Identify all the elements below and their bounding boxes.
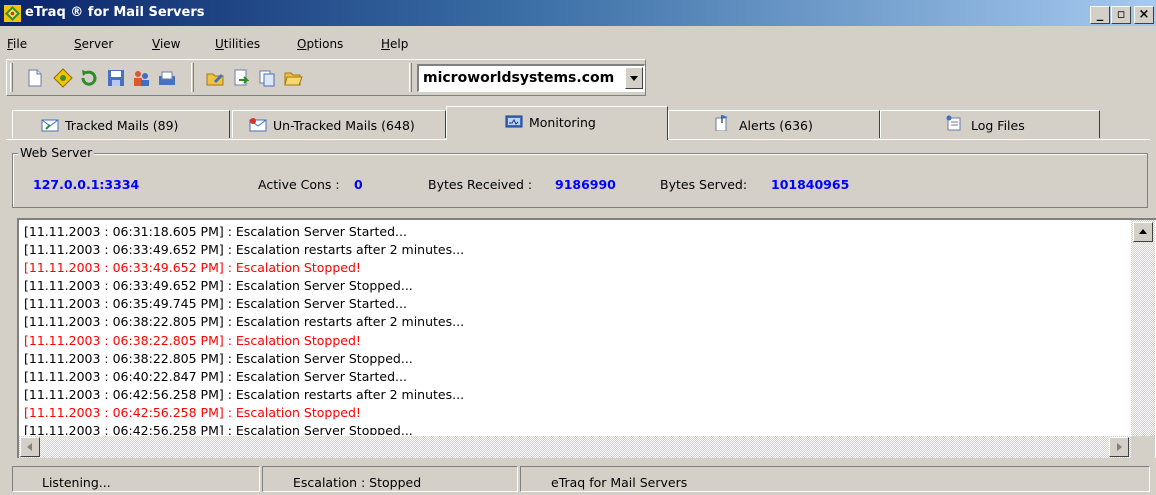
log-line: [11.11.2003 : 06:38:22.805 PM] : Escalat… — [24, 350, 413, 366]
copy-icon[interactable] — [257, 68, 277, 88]
bytes-received-label: Bytes Received : — [428, 177, 533, 192]
log-line: [11.11.2003 : 06:35:49.745 PM] : Escalat… — [24, 296, 407, 312]
scroll-right-button[interactable] — [1109, 437, 1129, 457]
tab-alerts[interactable]: Alerts (636) — [668, 110, 880, 138]
tab-alerts-label: Alerts (636) — [739, 118, 813, 133]
alert-flag-icon — [715, 115, 728, 131]
log-line: [11.11.2003 : 06:33:49.652 PM] : Escalat… — [24, 278, 413, 294]
tab-log-files-label: Log Files — [971, 118, 1025, 133]
edit-folder-icon[interactable] — [205, 68, 225, 88]
vertical-scrollbar[interactable] — [1131, 220, 1155, 438]
log-line-error: [11.11.2003 : 06:38:22.805 PM] : Escalat… — [24, 332, 361, 348]
tab-untracked-mails-label: Un-Tracked Mails (648) — [273, 118, 415, 133]
web-server-legend: Web Server — [18, 145, 95, 160]
bytes-received-value: 9186990 — [555, 177, 616, 192]
page-arrow-icon[interactable] — [231, 68, 251, 88]
menu-bar: File Server View Utilities Options Help — [0, 34, 1156, 58]
server-address: 127.0.0.1:3334 — [33, 177, 140, 192]
log-line: [11.11.2003 : 06:38:22.805 PM] : Escalat… — [24, 314, 465, 330]
menu-server[interactable]: Server — [74, 37, 113, 51]
tab-untracked-mails[interactable]: Un-Tracked Mails (648) — [232, 110, 446, 138]
maximize-button[interactable]: ▫ — [1111, 6, 1131, 24]
toolbar-grip[interactable] — [10, 63, 13, 92]
refresh-arrow-icon[interactable] — [79, 68, 99, 88]
tab-tracked-mails[interactable]: Tracked Mails (89) — [12, 110, 230, 138]
horizontal-scrollbar[interactable] — [19, 436, 1131, 458]
domain-combobox-value: microworldsystems.com — [423, 70, 615, 86]
active-cons-label: Active Cons : — [258, 177, 340, 192]
users-icon[interactable] — [131, 68, 151, 88]
untracked-mail-icon — [249, 118, 267, 132]
toolbar: microworldsystems.com — [6, 59, 646, 96]
log-line-error: [11.11.2003 : 06:33:49.652 PM] : Escalat… — [24, 260, 361, 276]
etraq-logo-icon[interactable] — [53, 68, 73, 88]
arrow-right-icon — [1117, 443, 1122, 451]
tracked-mail-icon — [41, 119, 59, 132]
status-listening: Listening... — [42, 475, 111, 490]
log-line: [11.11.2003 : 06:33:49.652 PM] : Escalat… — [24, 242, 465, 258]
log-lines: [11.11.2003 : 06:31:18.605 PM] : Escalat… — [24, 223, 1124, 435]
domain-combobox[interactable]: microworldsystems.com — [417, 64, 645, 92]
bytes-served-value: 101840965 — [771, 177, 850, 192]
log-line: [11.11.2003 : 06:42:56.258 PM] : Escalat… — [24, 386, 465, 402]
log-line-error: [11.11.2003 : 06:42:56.258 PM] : Escalat… — [24, 404, 361, 420]
title-bar[interactable]: eTraq ® for Mail Servers _ ▫ × — [0, 0, 1156, 26]
etraq-app-icon[interactable] — [4, 5, 21, 22]
arrow-left-icon — [27, 443, 32, 451]
domain-dropdown-button[interactable] — [625, 67, 643, 89]
minimize-button[interactable]: _ — [1090, 6, 1110, 24]
menu-view[interactable]: View — [152, 37, 180, 51]
scrollbar-corner — [1131, 436, 1155, 458]
tab-monitoring[interactable]: Monitoring — [446, 106, 668, 140]
arrow-up-icon — [1139, 229, 1147, 234]
window-title: eTraq ® for Mail Servers — [25, 5, 205, 20]
status-escalation: Escalation : Stopped — [293, 475, 422, 490]
escalation-log-panel[interactable]: [11.11.2003 : 06:31:18.605 PM] : Escalat… — [17, 218, 1156, 458]
menu-help[interactable]: Help — [381, 37, 408, 51]
log-files-icon — [946, 115, 961, 131]
monitor-icon — [505, 115, 523, 128]
log-line: [11.11.2003 : 06:31:18.605 PM] : Escalat… — [24, 224, 407, 239]
open-folder-icon[interactable] — [283, 68, 303, 88]
log-line: [11.11.2003 : 06:42:56.258 PM] : Escalat… — [24, 423, 413, 435]
scroll-left-button[interactable] — [20, 437, 40, 457]
menu-options[interactable]: Options — [297, 37, 343, 51]
close-button[interactable]: × — [1134, 6, 1154, 24]
mail-tray-icon[interactable] — [157, 68, 177, 88]
tab-tracked-mails-label: Tracked Mails (89) — [65, 118, 179, 133]
chevron-down-icon — [630, 76, 638, 81]
toolbar-separator — [191, 63, 194, 92]
active-cons-value: 0 — [354, 177, 363, 192]
toolbar-separator-2 — [409, 63, 412, 92]
menu-file[interactable]: File — [7, 37, 27, 51]
log-line: [11.11.2003 : 06:40:22.847 PM] : Escalat… — [24, 368, 407, 384]
menu-utilities[interactable]: Utilities — [215, 37, 260, 51]
tab-log-files[interactable]: Log Files — [880, 110, 1100, 138]
save-disk-icon[interactable] — [106, 68, 126, 88]
scroll-up-button[interactable] — [1133, 222, 1153, 242]
new-document-icon[interactable] — [25, 68, 45, 88]
tab-monitoring-label: Monitoring — [529, 115, 596, 130]
status-app-name: eTraq for Mail Servers — [551, 475, 688, 490]
bytes-served-label: Bytes Served: — [660, 177, 748, 192]
